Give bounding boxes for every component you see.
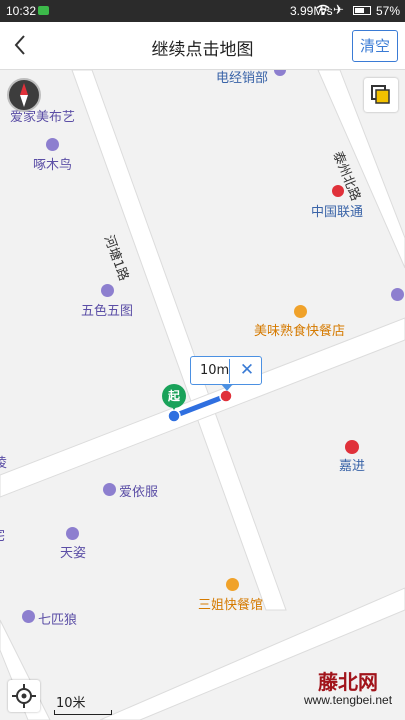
poi-dianjing[interactable]: 电经销部 (216, 70, 268, 86)
start-marker-tail (169, 403, 179, 410)
watermark: 藤北网 www.tengbei.net (298, 666, 398, 707)
close-icon[interactable]: ✕ (235, 358, 259, 382)
poi-tianzi[interactable]: 天姿 (60, 542, 86, 561)
compass-icon[interactable] (7, 78, 41, 112)
distance-bubble: 10m ✕ (190, 356, 262, 385)
poi-edge-left-1: 凌 (0, 456, 8, 471)
battery-icon (353, 6, 371, 15)
watermark-url: www.tengbei.net (303, 693, 393, 707)
airplane-icon: ✈ (333, 2, 344, 17)
shop-icon (46, 138, 59, 151)
shop-icon (103, 483, 116, 496)
locate-button[interactable] (8, 680, 40, 712)
telecom-icon (332, 185, 344, 197)
shop-icon (66, 527, 79, 540)
layers-button[interactable] (364, 78, 398, 112)
route-start-point[interactable] (167, 409, 181, 423)
poi-zhuomuniao[interactable]: 啄木鸟 (33, 154, 72, 173)
poi-jiajin[interactable]: 嘉进 (339, 455, 365, 474)
shop-icon (101, 284, 114, 297)
poi-qipilang[interactable]: 七匹狼 (38, 609, 77, 628)
poi-sanjie[interactable]: 三姐快餐馆 (198, 594, 263, 613)
scale-label: 10米 (56, 696, 86, 711)
route-end-point[interactable] (219, 389, 233, 403)
poi-aiyifu[interactable]: 爱依服 (119, 481, 158, 500)
compass-needle (20, 83, 28, 107)
bubble-tail (221, 384, 233, 391)
shop-icon (391, 288, 404, 301)
scale-bar (54, 710, 112, 715)
battery-percent: 57% (376, 4, 401, 18)
shop-icon (22, 610, 35, 623)
clear-button[interactable]: 清空 (352, 30, 398, 62)
bubble-divider (229, 359, 230, 383)
poi-meiwei[interactable]: 美味熟食快餐店 (254, 320, 345, 339)
status-time: 10:32 (6, 4, 37, 18)
layers-icon (371, 85, 390, 104)
poi-liantong[interactable]: 中国联通 (311, 201, 363, 220)
page-title: 继续点击地图 (151, 40, 254, 60)
wifi-icon (316, 3, 330, 20)
poi-edge-left-2: 宅 (0, 525, 5, 544)
distance-value: 10m (200, 363, 230, 378)
restaurant-icon (226, 578, 239, 591)
map-canvas[interactable]: 河塘1路 泰州北路 电经销部 爱家美布艺 啄木鸟 中国联通 五色五图 美味熟食快… (0, 70, 405, 720)
app-header: 继续点击地图 清空 (0, 22, 405, 70)
sim-icon (38, 6, 49, 15)
status-bar: 10:32 3.99M/s ✈ 57% (0, 0, 405, 22)
location-pin-icon (345, 440, 359, 454)
crosshair-icon (12, 684, 36, 708)
poi-wuse[interactable]: 五色五图 (81, 300, 133, 319)
watermark-name: 藤北网 (318, 670, 378, 694)
restaurant-icon (294, 305, 307, 318)
